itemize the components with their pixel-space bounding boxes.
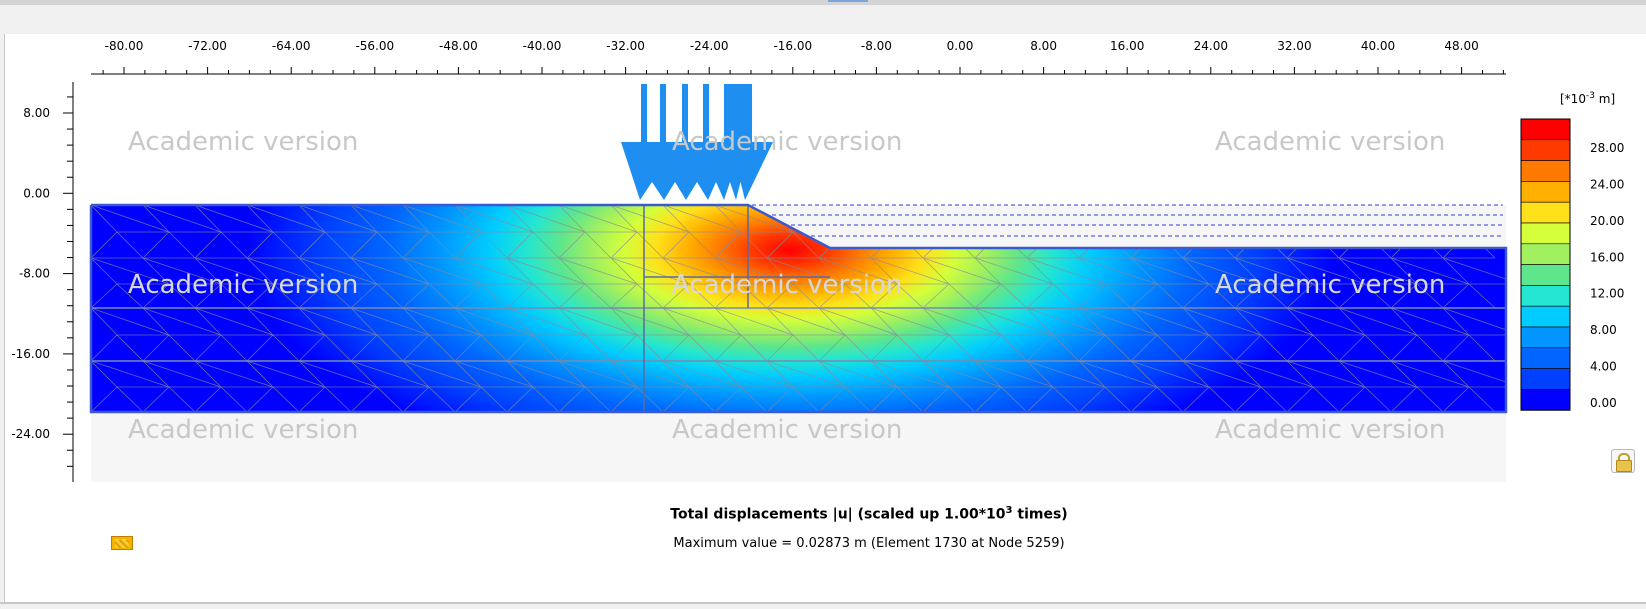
legend-label: 24.00 xyxy=(1590,178,1624,192)
x-tick-label: 8.00 xyxy=(1030,39,1057,53)
x-tick-label: -8.00 xyxy=(861,39,892,53)
x-tick-label: -64.00 xyxy=(272,39,311,53)
y-tick-label: 8.00 xyxy=(23,106,50,120)
legend-label: 16.00 xyxy=(1590,250,1624,264)
plot-caption-title: Total displacements |u| (scaled up 1.00*… xyxy=(670,505,1068,523)
legend-color-band xyxy=(1520,243,1571,265)
legend-label: 4.00 xyxy=(1590,360,1617,374)
watermark: Academic version xyxy=(1215,415,1445,445)
legend-color-band xyxy=(1520,389,1571,411)
legend-color-band xyxy=(1520,285,1571,307)
lock-icon[interactable] xyxy=(1611,449,1635,473)
x-tick-label: -40.00 xyxy=(523,39,562,53)
legend-label: 12.00 xyxy=(1590,287,1624,301)
x-tick-label: 16.00 xyxy=(1110,39,1144,53)
legend-color-band xyxy=(1520,222,1571,245)
legend-color-band xyxy=(1520,305,1571,328)
legend-label: 8.00 xyxy=(1590,323,1617,337)
legend-color-band xyxy=(1520,368,1571,390)
y-tick-label: 0.00 xyxy=(23,186,50,200)
legend-color-band xyxy=(1520,139,1571,161)
watermark: Academic version xyxy=(128,127,358,157)
watermark: Academic version xyxy=(1215,127,1445,157)
y-axis: 8.00 0.00 -8.00 -16.00 -24.00 xyxy=(11,82,74,482)
x-tick-label: 48.00 xyxy=(1444,39,1478,53)
x-tick-label: 0.00 xyxy=(947,39,974,53)
x-tick-label: -56.00 xyxy=(355,39,394,53)
x-tick-label: -48.00 xyxy=(439,39,478,53)
watermark: Academic version xyxy=(672,270,902,300)
legend-color-band xyxy=(1520,347,1571,369)
y-tick-label: -16.00 xyxy=(11,347,50,361)
watermark: Academic version xyxy=(128,415,358,445)
watermark: Academic version xyxy=(128,270,358,300)
watermark: Academic version xyxy=(1215,270,1445,300)
y-tick-label: -24.00 xyxy=(11,427,50,441)
legend-color-band xyxy=(1520,201,1571,224)
x-tick-label: -24.00 xyxy=(690,39,729,53)
x-tick-label: 24.00 xyxy=(1194,39,1228,53)
legend-color-band xyxy=(1520,181,1571,203)
legend-unit-label: [*10-3 m] xyxy=(1560,91,1616,106)
x-tick-label: -32.00 xyxy=(606,39,645,53)
legend-label: 20.00 xyxy=(1590,214,1624,228)
legend-color-band xyxy=(1520,118,1571,141)
bottom-border xyxy=(0,602,1646,604)
legend-label: 0.00 xyxy=(1590,396,1617,410)
load-arrow-shaft xyxy=(660,84,666,142)
watermark: Academic version xyxy=(672,127,902,157)
maximum-value-text: Maximum value = 0.02873 m (Element 1730 … xyxy=(673,536,1065,551)
load-arrow-shaft xyxy=(641,84,647,142)
x-tick-label: 32.00 xyxy=(1277,39,1311,53)
x-tick-label: -16.00 xyxy=(773,39,812,53)
y-tick-label: -8.00 xyxy=(19,267,50,281)
x-axis: -80.00 -72.00 -64.00 -56.00 -48.00 -40.00 -32.… xyxy=(91,39,1506,75)
x-tick-label: -80.00 xyxy=(105,39,144,53)
x-tick-label: -72.00 xyxy=(188,39,227,53)
color-legend: 28.00 24.00 20.00 16.00 12.00 8.00 4.00 0.00 xyxy=(1520,118,1624,411)
legend-color-band xyxy=(1520,160,1571,182)
legend-color-band xyxy=(1520,264,1571,286)
legend-color-band xyxy=(1520,326,1571,349)
x-tick-label: 40.00 xyxy=(1361,39,1395,53)
legend-label: 28.00 xyxy=(1590,141,1624,155)
watermark: Academic version xyxy=(672,415,902,445)
